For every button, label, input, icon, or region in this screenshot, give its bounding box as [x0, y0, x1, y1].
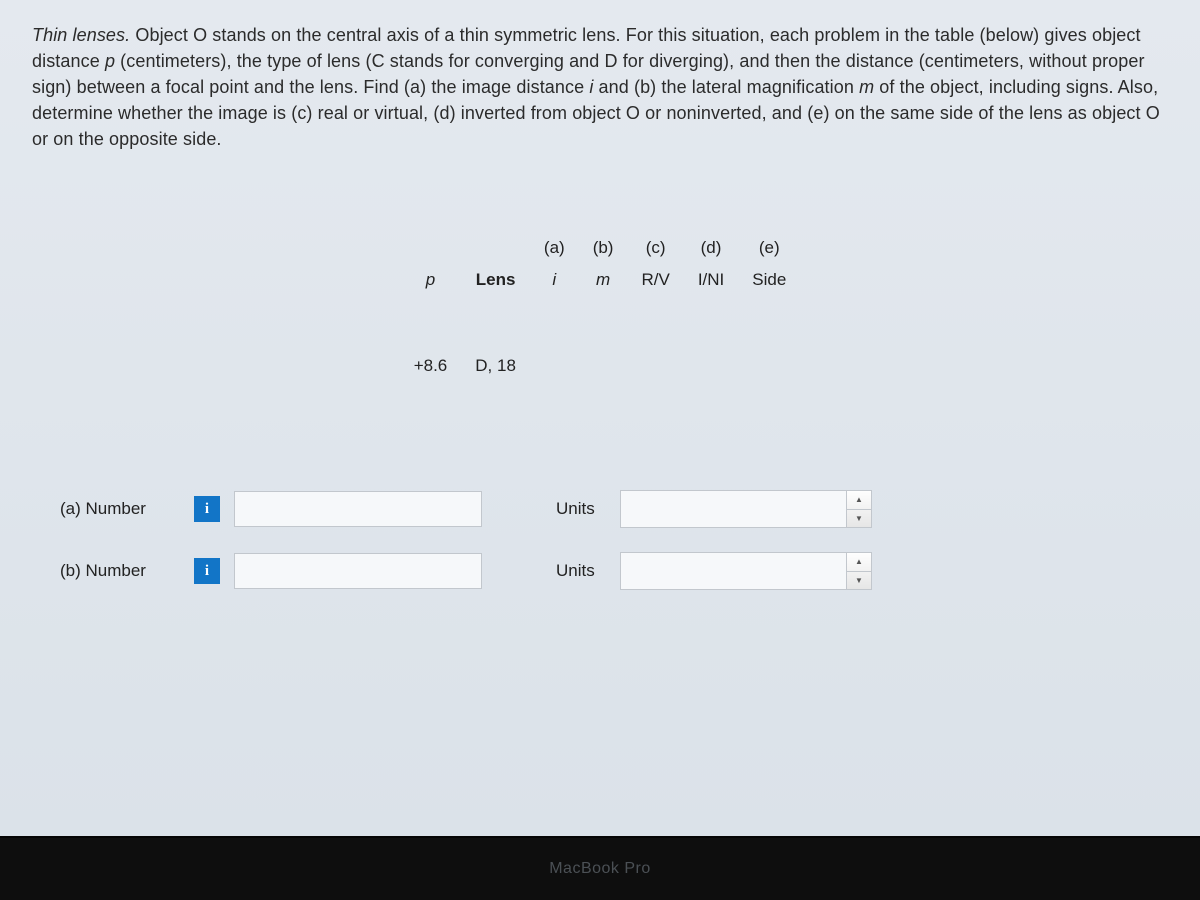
- cell: (e): [738, 232, 800, 264]
- chevron-up-icon: ▲: [855, 558, 863, 566]
- data-table-wrapper: (a) (b) (c) (d) (e) p Lens i m R/V I/NI …: [32, 232, 1168, 466]
- chevron-up-icon: ▲: [855, 496, 863, 504]
- cell: [627, 350, 683, 466]
- table-row: +8.6 D, 18: [400, 350, 801, 466]
- lens-table: (a) (b) (c) (d) (e) p Lens i m R/V I/NI …: [400, 232, 801, 466]
- cell: [461, 232, 530, 264]
- cell: [738, 350, 800, 466]
- laptop-bezel: MacBook Pro: [0, 836, 1200, 900]
- label-b: (b) Number: [60, 561, 180, 581]
- sym-m: m: [859, 77, 874, 97]
- cell: [579, 350, 628, 466]
- cell: R/V: [627, 264, 683, 350]
- number-input-b[interactable]: [234, 553, 482, 589]
- cell: i: [530, 264, 579, 350]
- cell: (b): [579, 232, 628, 264]
- answer-row-a: (a) Number i Units ▲ ▼: [60, 490, 1168, 528]
- cell: [400, 232, 462, 264]
- sym-p: p: [105, 51, 115, 71]
- cell: [684, 350, 738, 466]
- cell: m: [579, 264, 628, 350]
- units-label-b: Units: [556, 561, 606, 581]
- cell: +8.6: [400, 350, 462, 466]
- cell: Side: [738, 264, 800, 350]
- units-select-a[interactable]: ▲ ▼: [620, 490, 872, 528]
- table-super-header: (a) (b) (c) (d) (e): [400, 232, 801, 264]
- cell: (d): [684, 232, 738, 264]
- chevron-down-icon: ▼: [855, 515, 863, 523]
- answer-row-b: (b) Number i Units ▲ ▼: [60, 552, 1168, 590]
- question-prompt: Thin lenses. Object O stands on the cent…: [32, 22, 1168, 152]
- label-a: (a) Number: [60, 499, 180, 519]
- device-brand: MacBook Pro: [549, 860, 651, 878]
- info-icon[interactable]: i: [194, 496, 220, 522]
- number-input-a[interactable]: [234, 491, 482, 527]
- info-icon[interactable]: i: [194, 558, 220, 584]
- cell: Lens: [461, 264, 530, 350]
- question-page: Thin lenses. Object O stands on the cent…: [0, 0, 1200, 836]
- cell: (c): [627, 232, 683, 264]
- cell: (a): [530, 232, 579, 264]
- cell: p: [400, 264, 462, 350]
- stepper-icon[interactable]: ▲ ▼: [846, 491, 871, 527]
- cell: [530, 350, 579, 466]
- cell: D, 18: [461, 350, 530, 466]
- prompt-lead: Thin lenses.: [32, 25, 130, 45]
- units-select-b[interactable]: ▲ ▼: [620, 552, 872, 590]
- answer-inputs: (a) Number i Units ▲ ▼ (b) Number i Unit…: [32, 490, 1168, 590]
- stepper-icon[interactable]: ▲ ▼: [846, 553, 871, 589]
- table-header: p Lens i m R/V I/NI Side: [400, 264, 801, 350]
- prompt-body-3: and (b) the lateral magnification: [593, 77, 859, 97]
- units-label-a: Units: [556, 499, 606, 519]
- chevron-down-icon: ▼: [855, 577, 863, 585]
- cell: I/NI: [684, 264, 738, 350]
